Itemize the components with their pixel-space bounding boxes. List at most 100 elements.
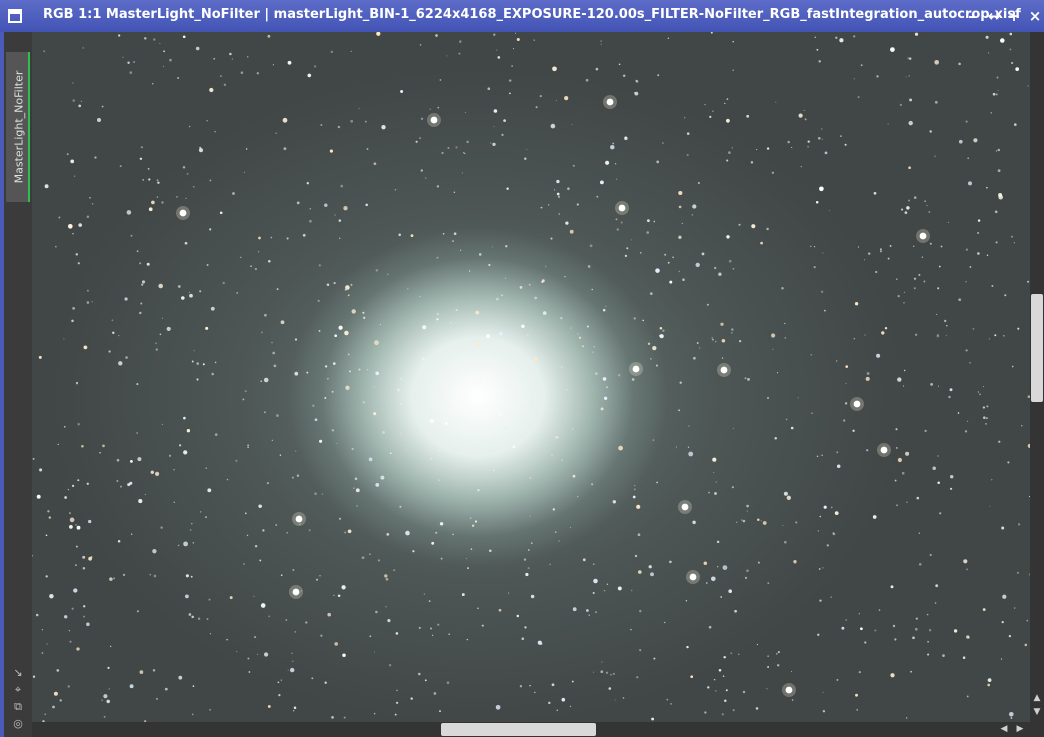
star [973, 138, 978, 143]
faint-star [985, 422, 987, 425]
window-title: RGB 1:1 MasterLight_NoFilter | masterLig… [43, 7, 1021, 22]
shade-button[interactable]: ↔ [986, 8, 1002, 24]
star [565, 221, 569, 225]
scroll-up-arrow[interactable]: ▲ [1030, 692, 1044, 704]
target-icon[interactable]: ◎ [11, 717, 25, 731]
faint-star [986, 254, 989, 257]
faint-star [136, 610, 139, 613]
faint-star [582, 345, 584, 348]
scroll-left-arrow[interactable]: ◀ [998, 723, 1010, 736]
faint-star [314, 418, 318, 422]
faint-star [732, 709, 735, 712]
star [722, 565, 728, 570]
star [106, 699, 110, 704]
faint-star [526, 148, 528, 151]
faint-star [239, 256, 242, 259]
minimize-button[interactable]: – [964, 8, 980, 24]
faint-star [508, 79, 512, 82]
faint-star [338, 517, 342, 520]
star [751, 224, 756, 229]
faint-star [347, 353, 350, 356]
faint-star [979, 393, 981, 396]
vertical-scroll-thumb[interactable] [1031, 294, 1043, 402]
faint-star [682, 278, 685, 281]
image-viewport[interactable] [32, 32, 1030, 722]
faint-star [164, 687, 168, 691]
faint-star [744, 377, 747, 380]
maximize-button[interactable]: + [1006, 8, 1022, 24]
horizontal-scroll-thumb[interactable] [441, 723, 596, 736]
faint-star [614, 163, 617, 165]
star [435, 34, 438, 37]
faint-star [122, 573, 126, 577]
faint-star [120, 485, 122, 488]
faint-star [554, 189, 556, 191]
fit-view-icon[interactable]: ⌖ [11, 683, 25, 697]
faint-star [173, 469, 175, 471]
faint-star [191, 615, 194, 619]
star [834, 511, 839, 515]
star [395, 632, 399, 635]
faint-star [826, 544, 829, 547]
star [876, 353, 881, 358]
faint-star [206, 618, 209, 620]
vertical-scrollbar[interactable]: ▲ ▼ [1030, 32, 1044, 722]
close-button[interactable]: × [1027, 8, 1043, 24]
faint-star [995, 150, 998, 152]
faint-star [656, 481, 658, 484]
faint-star [1011, 61, 1014, 65]
faint-star [585, 78, 589, 82]
star [210, 306, 215, 311]
title-bar[interactable]: RGB 1:1 MasterLight_NoFilter | masterLig… [0, 0, 1044, 32]
scroll-down-arrow[interactable]: ▼ [1030, 706, 1044, 718]
window-icon[interactable] [8, 9, 22, 23]
faint-star [317, 299, 320, 303]
faint-star [822, 709, 826, 713]
faint-star [406, 449, 408, 451]
faint-star [704, 711, 707, 714]
faint-star [243, 563, 245, 565]
faint-star [858, 670, 861, 674]
star [186, 429, 191, 433]
faint-star [771, 171, 775, 174]
faint-star [593, 346, 595, 348]
faint-star [161, 317, 163, 319]
star [64, 615, 68, 619]
clone-view-icon[interactable]: ⧉ [11, 700, 25, 714]
faint-star [928, 629, 932, 632]
star [69, 517, 75, 523]
faint-star [558, 213, 561, 215]
faint-star [108, 350, 111, 353]
faint-star [373, 712, 376, 715]
faint-star [766, 688, 768, 690]
faint-star [177, 544, 180, 547]
faint-star [892, 624, 896, 628]
faint-star [156, 196, 159, 198]
faint-star [209, 179, 212, 182]
faint-star [247, 444, 249, 447]
faint-star [766, 147, 770, 150]
bright-star [295, 515, 303, 523]
faint-star [558, 540, 560, 542]
faint-star [279, 454, 282, 456]
star [70, 159, 75, 164]
faint-star [169, 58, 172, 62]
faint-star [521, 637, 525, 641]
faint-star [866, 449, 869, 452]
faint-star [998, 440, 1001, 443]
star [1015, 67, 1020, 71]
faint-star [746, 569, 749, 573]
scroll-right-arrow[interactable]: ▶ [1014, 723, 1026, 736]
faint-star [161, 423, 164, 426]
faint-star [1000, 658, 1003, 660]
faint-star [735, 521, 738, 523]
horizontal-scrollbar[interactable]: ◀ ▶ [32, 722, 1030, 737]
faint-star [591, 483, 594, 486]
resize-arrow-icon[interactable]: ↘ [11, 666, 25, 680]
view-identifier-tab[interactable]: MasterLight_NoFilter [6, 52, 30, 202]
star [118, 361, 123, 366]
star [798, 113, 803, 118]
faint-star [44, 713, 46, 715]
faint-star [438, 479, 441, 482]
faint-star [895, 428, 898, 431]
